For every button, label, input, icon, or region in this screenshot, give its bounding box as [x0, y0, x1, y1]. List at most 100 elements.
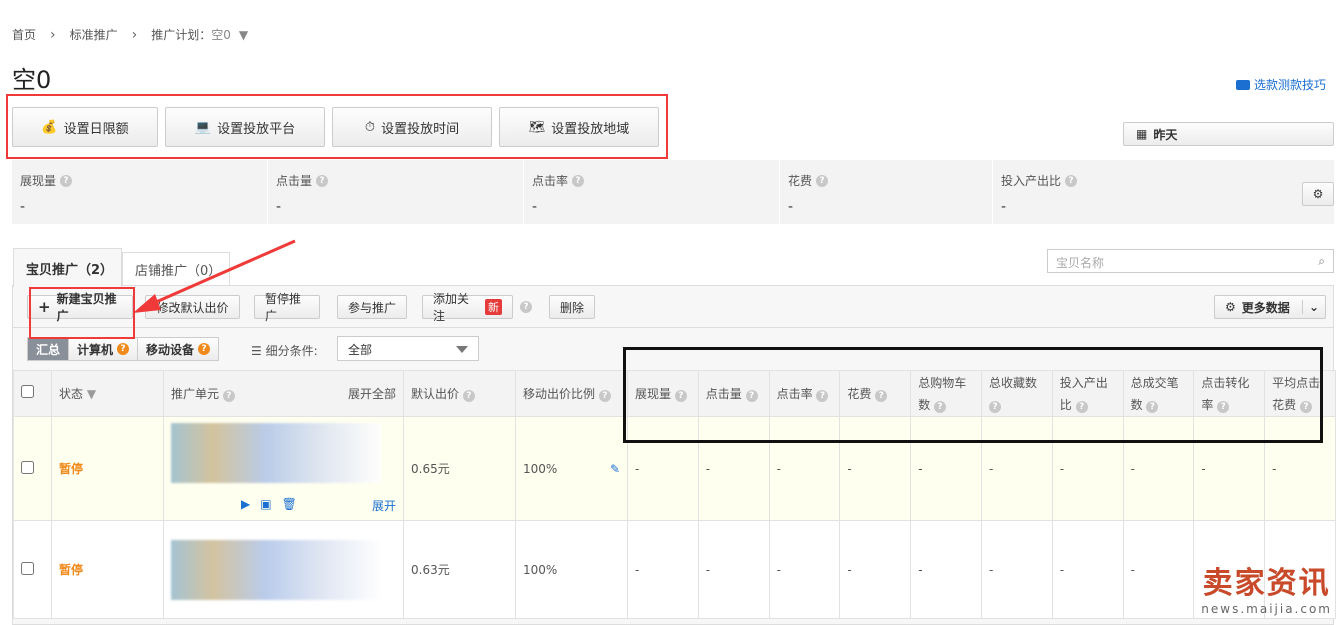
- trash-icon[interactable]: 🗑: [282, 497, 297, 514]
- breadcrumb-plan-label: 推广计划：: [151, 28, 212, 42]
- expand-all-link[interactable]: 展开全部: [348, 383, 396, 405]
- filter-select[interactable]: 全部: [337, 336, 479, 361]
- breadcrumb-standard[interactable]: 标准推广: [70, 26, 118, 43]
- arrow-head: [133, 294, 161, 313]
- join-button[interactable]: 参与推广: [337, 295, 407, 319]
- status-badge: 暂停: [59, 462, 84, 476]
- stat-value: -: [532, 199, 538, 215]
- caret-down-icon[interactable]: ▼: [87, 387, 96, 401]
- search-input[interactable]: 宝贝名称 ⌕: [1047, 249, 1334, 273]
- stat-value: -: [1001, 199, 1007, 215]
- page-title: 空0: [12, 66, 52, 94]
- stat-clicks: 点击量? -: [268, 160, 524, 224]
- mobile-ratio-cell: 100% ✎: [515, 416, 628, 521]
- stat-label: 点击量: [276, 174, 313, 188]
- help-icon[interactable]: ?: [316, 174, 329, 187]
- metric-cell: -: [980, 520, 1053, 619]
- header-price: 默认出价 ?: [403, 370, 516, 417]
- help-icon[interactable]: ?: [117, 343, 130, 355]
- chevron-right-icon: ›: [50, 26, 56, 43]
- row-checkbox[interactable]: [21, 561, 34, 575]
- help-icon[interactable]: ?: [60, 174, 73, 187]
- add-follow-button[interactable]: 添加关注新: [422, 292, 513, 323]
- watermark: 卖家资讯 news.maijia.com: [1201, 558, 1332, 616]
- button-label: 删除: [560, 300, 585, 315]
- stat-label: 花费: [788, 174, 813, 188]
- stat-value: -: [276, 199, 282, 215]
- help-icon[interactable]: ?: [1065, 174, 1078, 187]
- price-cell: 0.63元: [403, 520, 516, 619]
- segment-pc[interactable]: 计算机?: [69, 338, 139, 360]
- help-icon[interactable]: ?: [462, 389, 475, 402]
- help-icon[interactable]: ?: [816, 174, 829, 187]
- set-region-button[interactable]: 🗺 设置投放地域: [499, 107, 659, 147]
- help-icon[interactable]: ?: [222, 389, 235, 402]
- delete-button[interactable]: 删除: [549, 295, 595, 319]
- new-badge: 新: [485, 299, 502, 315]
- breadcrumb-home[interactable]: 首页: [12, 26, 36, 43]
- map-icon: 🗺: [528, 119, 546, 135]
- play-icon[interactable]: ▶: [241, 497, 250, 514]
- tab-item-promotion[interactable]: 宝贝推广（2）: [13, 248, 122, 287]
- settings-gear-button[interactable]: ⚙: [1302, 182, 1334, 206]
- help-icon[interactable]: ?: [198, 343, 211, 355]
- segment-label: 移动设备: [146, 342, 195, 357]
- watermark-sub: news.maijia.com: [1201, 602, 1332, 616]
- row-checkbox[interactable]: [21, 460, 34, 474]
- report-icon[interactable]: ▣: [260, 497, 271, 514]
- calendar-icon: ▦: [1136, 127, 1148, 141]
- chevron-down-icon[interactable]: ⌄: [1301, 300, 1319, 314]
- pencil-icon[interactable]: ✎: [610, 462, 620, 476]
- unit-cell: [163, 520, 404, 619]
- button-label: 设置投放平台: [217, 121, 296, 137]
- header-label: 推广单元: [171, 386, 220, 401]
- button-label: 参与推广: [348, 300, 397, 315]
- date-picker-button[interactable]: ▦ 昨天: [1123, 122, 1334, 146]
- stat-ctr: 点击率? -: [524, 160, 780, 224]
- metric-cell: -: [910, 520, 982, 619]
- metric-cell: -: [1051, 520, 1124, 619]
- button-label: 添加关注: [433, 292, 470, 323]
- more-data-button[interactable]: ⚙ 更多数据 ⌄: [1214, 295, 1326, 319]
- help-icon[interactable]: ?: [598, 389, 611, 402]
- caret-down-icon[interactable]: ▼: [239, 28, 248, 42]
- annotation-box: [29, 287, 135, 339]
- search-icon[interactable]: ⌕: [1318, 254, 1325, 269]
- button-label: 设置投放时间: [381, 121, 460, 137]
- select-all-checkbox[interactable]: [21, 384, 34, 398]
- segment-label: 汇总: [36, 342, 61, 357]
- stat-roi: 投入产出比? -: [993, 160, 1293, 224]
- item-thumbnail[interactable]: [171, 539, 381, 600]
- button-label: 设置日限额: [63, 121, 129, 137]
- set-platform-button[interactable]: 💻 设置投放平台: [165, 107, 325, 147]
- header-status[interactable]: 状态 ▼: [51, 370, 164, 417]
- tip-link[interactable]: 选款测款技巧: [1235, 76, 1326, 93]
- header-unit: 推广单元 ? 展开全部: [163, 370, 404, 417]
- row-actions: ▶ ▣ 🗑 展开: [241, 497, 396, 514]
- header-label: 状态: [59, 386, 84, 401]
- item-thumbnail[interactable]: [171, 423, 381, 483]
- video-icon: [1235, 79, 1250, 90]
- help-icon[interactable]: ?: [572, 174, 585, 187]
- tip-link-label: 选款测款技巧: [1253, 78, 1326, 92]
- button-label: 更多数据: [1241, 300, 1290, 315]
- expand-link[interactable]: 展开: [372, 497, 396, 514]
- segment-summary[interactable]: 汇总: [28, 338, 70, 360]
- mobile-ratio-value: 100%: [523, 461, 558, 476]
- metric-cell: -: [697, 520, 770, 619]
- select-all-cell: [13, 370, 52, 417]
- button-label: 设置投放地域: [551, 121, 630, 137]
- divider: [12, 327, 1334, 328]
- help-icon[interactable]: ?: [520, 301, 532, 313]
- row-select-cell: [13, 416, 52, 521]
- date-label: 昨天: [1153, 127, 1178, 142]
- segment-mobile[interactable]: 移动设备?: [138, 338, 219, 360]
- breadcrumb-plan[interactable]: 空0: [211, 26, 231, 43]
- header-mobile-ratio: 移动出价比例 ?: [515, 370, 628, 417]
- header-label: 移动出价比例: [523, 386, 596, 401]
- list-icon: ☰: [251, 344, 262, 358]
- filter-label: ☰ 细分条件:: [251, 342, 318, 359]
- set-time-button[interactable]: ⏱ 设置投放时间: [332, 107, 492, 147]
- set-daily-limit-button[interactable]: 💰 设置日限额: [12, 107, 158, 147]
- status-cell: 暂停: [51, 520, 164, 619]
